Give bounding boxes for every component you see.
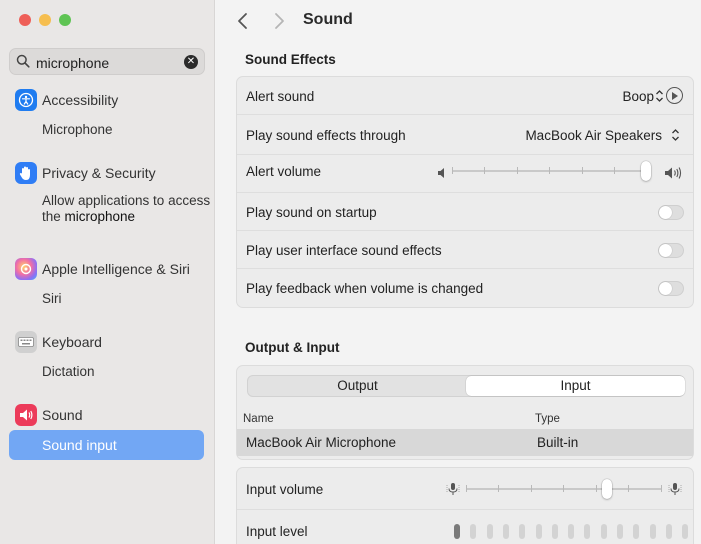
device-type: Built-in — [537, 435, 579, 450]
search-icon — [16, 54, 30, 68]
speaker-high-icon — [665, 167, 682, 179]
play-icon[interactable] — [666, 87, 683, 104]
volume-feedback-label: Play feedback when volume is changed — [246, 281, 484, 296]
slider-knob[interactable] — [641, 161, 651, 181]
accessibility-icon — [15, 89, 37, 111]
level-bar — [502, 524, 509, 539]
sidebar-item-label: Sound — [42, 407, 83, 423]
search-field[interactable]: microphone ✕ — [9, 48, 205, 75]
window-controls — [19, 14, 71, 26]
hand-icon — [15, 162, 37, 184]
play-through-popup[interactable]: MacBook Air Speakers — [525, 128, 662, 143]
zoom-window-button[interactable] — [59, 14, 71, 26]
main-pane: Sound Sound Effects Alert sound Boop Pla… — [216, 0, 701, 544]
input-volume-row: Input volume — [237, 468, 693, 510]
ui-sound-effects-row: Play user interface sound effects — [237, 231, 693, 269]
play-through-label: Play sound effects through — [246, 128, 406, 143]
result-dictation[interactable]: Dictation — [42, 364, 95, 380]
microphone-high-icon — [668, 483, 682, 495]
play-through-row: Play sound effects through MacBook Air S… — [237, 115, 693, 155]
toolbar: Sound — [216, 0, 701, 42]
minimize-window-button[interactable] — [39, 14, 51, 26]
alert-volume-slider[interactable] — [452, 161, 652, 181]
level-bar — [470, 524, 477, 539]
microphone-low-icon — [446, 483, 460, 495]
input-level-row: Input level — [237, 510, 693, 544]
result-siri[interactable]: Siri — [42, 291, 62, 307]
ui-sound-effects-label: Play user interface sound effects — [246, 243, 442, 258]
input-level-label: Input level — [246, 524, 308, 539]
level-bar — [600, 524, 607, 539]
startup-sound-row: Play sound on startup — [237, 193, 693, 231]
speaker-icon — [15, 404, 37, 426]
sidebar: microphone ✕ Accessibility Microphone Pr… — [0, 0, 215, 544]
input-volume-slider[interactable] — [466, 479, 664, 499]
alert-volume-row: Alert volume — [237, 155, 693, 193]
level-bar — [665, 524, 672, 539]
level-bar — [682, 524, 689, 539]
sidebar-item-privacy-security[interactable]: Privacy & Security — [0, 158, 215, 188]
speaker-low-icon — [438, 168, 444, 178]
keyboard-icon — [15, 331, 37, 353]
sidebar-item-accessibility[interactable]: Accessibility — [0, 85, 215, 115]
sidebar-item-sound[interactable]: Sound — [0, 400, 215, 430]
slider-knob[interactable] — [602, 479, 612, 499]
slider-track — [452, 170, 648, 172]
alert-sound-popup[interactable]: Boop — [622, 89, 654, 104]
level-bar — [617, 524, 623, 539]
alert-sound-label: Alert sound — [246, 89, 315, 104]
device-name: MacBook Air Microphone — [246, 435, 397, 450]
level-bar — [568, 524, 575, 539]
ui-sound-effects-toggle[interactable] — [658, 243, 684, 258]
forward-chevron-icon[interactable] — [272, 12, 286, 30]
sidebar-item-label: Accessibility — [42, 92, 119, 108]
sidebar-item-apple-intelligence-siri[interactable]: Apple Intelligence & Siri — [0, 254, 215, 284]
level-bar — [535, 524, 542, 539]
input-volume-label: Input volume — [246, 482, 324, 497]
input-settings-panel: Input volume Input level — [236, 467, 694, 544]
page-title: Sound — [303, 11, 353, 28]
level-bar — [486, 524, 493, 539]
column-type[interactable]: Type — [535, 413, 560, 425]
result-allow-applications[interactable]: Allow applications to access the microph… — [42, 193, 215, 225]
sidebar-item-label: Apple Intelligence & Siri — [42, 261, 190, 277]
alert-sound-row: Alert sound Boop — [237, 77, 693, 115]
result-microphone[interactable]: Microphone — [42, 122, 113, 138]
output-input-panel: Output Input Name Type MacBook Air Micro… — [236, 365, 694, 460]
result-highlight: microphone — [64, 209, 136, 224]
popup-arrows-icon[interactable] — [655, 89, 664, 103]
startup-sound-toggle[interactable] — [658, 205, 684, 220]
startup-sound-label: Play sound on startup — [246, 205, 377, 220]
sidebar-item-keyboard[interactable]: Keyboard — [0, 327, 215, 357]
sound-effects-heading: Sound Effects — [245, 52, 336, 67]
level-bar — [551, 524, 558, 539]
back-chevron-icon[interactable] — [236, 12, 250, 30]
level-bar — [584, 524, 591, 539]
sidebar-item-label: Privacy & Security — [42, 165, 156, 181]
level-bar — [519, 524, 526, 539]
sidebar-item-label: Keyboard — [42, 334, 102, 350]
level-bar — [649, 524, 656, 539]
level-bar — [454, 524, 460, 539]
slider-track — [466, 488, 662, 490]
result-sound-input[interactable]: Sound input — [9, 430, 204, 460]
alert-volume-label: Alert volume — [246, 164, 322, 179]
table-row[interactable]: MacBook Air Microphone Built-in — [237, 429, 693, 456]
popup-arrows-icon[interactable] — [671, 128, 680, 142]
sound-effects-panel: Alert sound Boop Play sound effects thro… — [236, 76, 694, 308]
volume-feedback-toggle[interactable] — [658, 281, 684, 296]
column-name[interactable]: Name — [243, 413, 274, 425]
search-input[interactable]: microphone — [36, 55, 109, 71]
result-label: Sound input — [42, 437, 117, 453]
siri-icon — [15, 258, 37, 280]
output-input-segmented-control: Output Input — [247, 375, 685, 397]
tab-input[interactable]: Input — [466, 376, 685, 396]
clear-search-icon[interactable]: ✕ — [184, 55, 198, 69]
close-window-button[interactable] — [19, 14, 31, 26]
level-bar — [633, 524, 640, 539]
device-table-header: Name Type — [237, 407, 693, 429]
tab-output[interactable]: Output — [248, 376, 467, 396]
volume-feedback-row: Play feedback when volume is changed — [237, 269, 693, 307]
output-input-heading: Output & Input — [245, 340, 340, 355]
